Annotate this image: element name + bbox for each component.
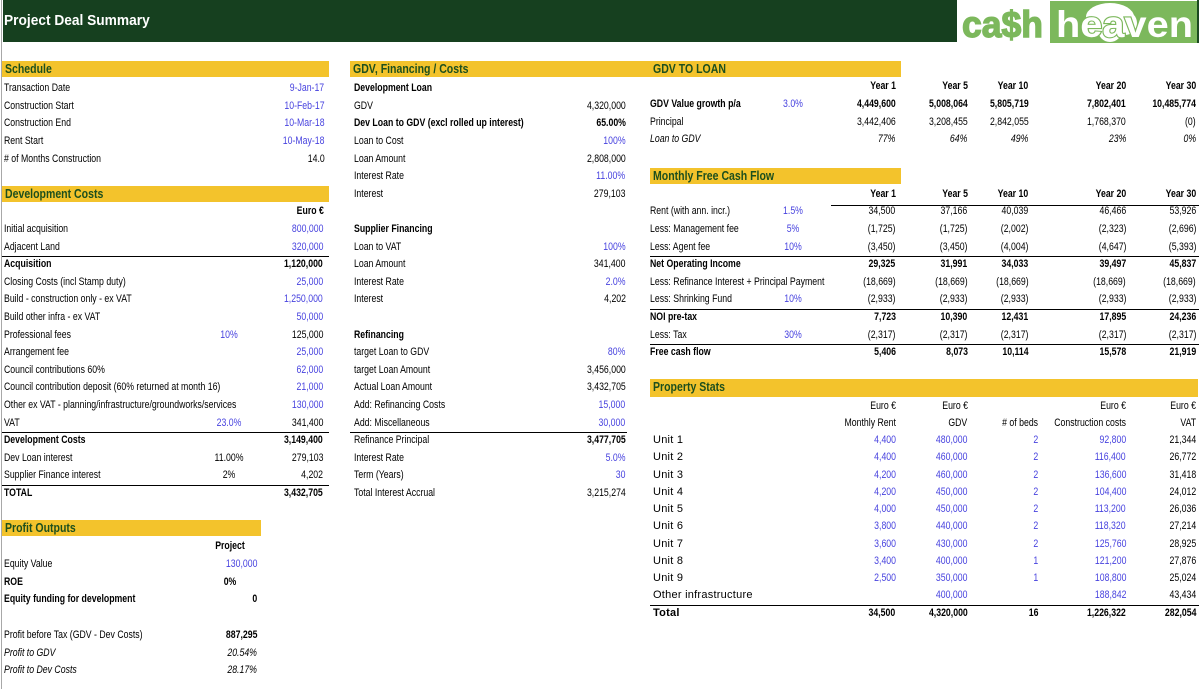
- svg-text:ca$h: ca$h: [962, 4, 1043, 45]
- svg-text:heaven: heaven: [1056, 4, 1193, 45]
